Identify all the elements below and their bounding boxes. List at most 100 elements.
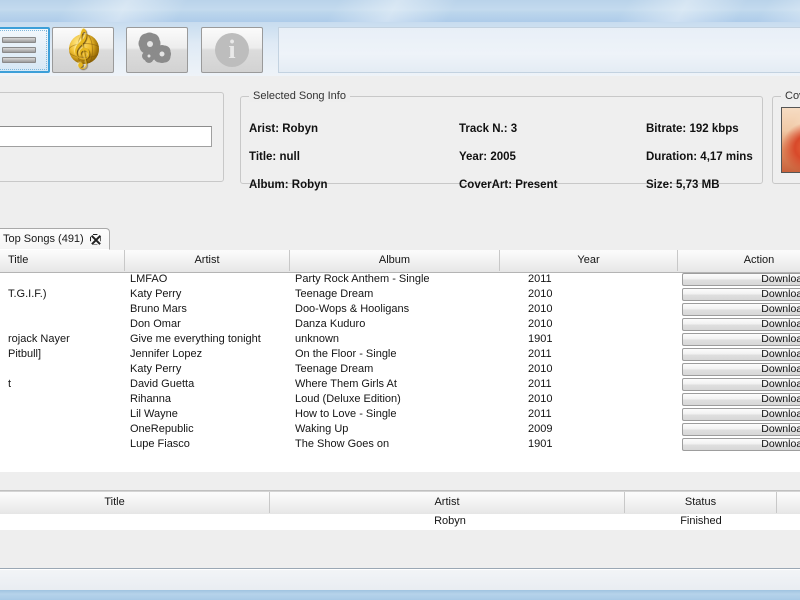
column-header-action[interactable]: Action: [678, 250, 800, 271]
cover-art-image: [781, 107, 800, 173]
gears-icon: [139, 34, 175, 66]
songs-table-body: LMFAOParty Rock Anthem - Single2011Downl…: [0, 272, 800, 472]
download-button[interactable]: Download: [682, 423, 800, 436]
downloads-column-header-progress[interactable]: [777, 492, 800, 513]
cell-year: 2011: [500, 407, 678, 422]
table-row[interactable]: LMFAOParty Rock Anthem - Single2011 Downl…: [0, 272, 800, 287]
cell-title: [0, 317, 125, 332]
downloads-cell-status: Finished: [625, 514, 777, 529]
cell-title: [0, 437, 125, 452]
application-window: 𝄞 i Search Clear Selected Song Info Aris…: [0, 0, 800, 600]
window-title-bar: [0, 0, 800, 23]
download-button[interactable]: Download: [682, 363, 800, 376]
song-info-column-2: Track N.: 3 Year: 2005 CoverArt: Present: [459, 115, 557, 199]
globe-music-icon: 𝄞: [65, 32, 101, 68]
download-button[interactable]: Download: [682, 408, 800, 421]
download-button[interactable]: Download: [682, 378, 800, 391]
table-row[interactable]: Lil WayneHow to Love - Single2011Downloa…: [0, 407, 800, 422]
cell-year: 2011: [500, 347, 678, 362]
info-icon: i: [215, 33, 249, 67]
download-button[interactable]: Download: [682, 303, 800, 316]
download-button[interactable]: Download: [682, 273, 800, 286]
cell-year: 2010: [500, 392, 678, 407]
downloads-empty-area: [0, 530, 800, 569]
window-bottom-strip: [0, 590, 800, 600]
downloads-column-header-artist[interactable]: Artist: [270, 492, 625, 513]
table-row[interactable]: Lupe FiascoThe Show Goes on1901Download: [0, 437, 800, 452]
main-toolbar: 𝄞 i: [0, 22, 800, 77]
download-button[interactable]: Download: [682, 348, 800, 361]
songs-table-header: Title Artist Album Year Action: [0, 250, 800, 273]
download-button[interactable]: Download: [682, 438, 800, 451]
downloads-cell-artist: Robyn: [270, 514, 625, 529]
table-row[interactable]: T.G.I.F.)Katy PerryTeenage Dream2010Down…: [0, 287, 800, 302]
toolbar-button-about[interactable]: i: [201, 27, 263, 73]
cell-title: [0, 422, 125, 437]
song-info-duration: Duration: 4,17 mins: [646, 143, 753, 171]
toolbar-button-music-globe[interactable]: 𝄞: [52, 27, 114, 73]
table-row[interactable]: tDavid GuettaWhere Them Girls At2011Down…: [0, 377, 800, 392]
cell-album: Party Rock Anthem - Single: [290, 272, 500, 287]
downloads-table-body: RobynFinished100: [0, 514, 800, 530]
table-row[interactable]: rojack NayerGive me everything tonightun…: [0, 332, 800, 347]
song-info-column-3: Bitrate: 192 kbps Duration: 4,17 mins Si…: [646, 115, 753, 199]
toolbar-button-settings[interactable]: [126, 27, 188, 73]
table-row[interactable]: Katy PerryTeenage Dream2010Download: [0, 362, 800, 377]
list-lines-icon: [2, 37, 36, 63]
table-row[interactable]: Pitbull]Jennifer LopezOn the Floor - Sin…: [0, 347, 800, 362]
column-header-year[interactable]: Year: [500, 250, 678, 271]
cell-title: t: [0, 377, 125, 392]
downloads-column-header-status[interactable]: Status: [625, 492, 777, 513]
tab-top-songs[interactable]: Top Songs (491): [0, 228, 110, 250]
downloads-table-row[interactable]: RobynFinished100: [0, 514, 800, 529]
cell-year: 2010: [500, 317, 678, 332]
downloads-table-header: Title Artist Status: [0, 491, 800, 515]
download-button[interactable]: Download: [682, 288, 800, 301]
cell-title: Pitbull]: [0, 347, 125, 362]
cell-year: 2010: [500, 362, 678, 377]
table-row[interactable]: Don OmarDanza Kuduro2010Download: [0, 317, 800, 332]
table-row[interactable]: RihannaLoud (Deluxe Edition)2010Download: [0, 392, 800, 407]
cover-art-title: CoverArt: [781, 90, 800, 102]
cell-year: 2011: [500, 377, 678, 392]
title-bar-streak: [594, 0, 766, 23]
table-row[interactable]: Bruno MarsDoo-Wops & Hooligans2010Downlo…: [0, 302, 800, 317]
search-input[interactable]: [0, 126, 212, 147]
table-row[interactable]: OneRepublicWaking Up2009Download: [0, 422, 800, 437]
cell-artist: Give me everything tonight: [125, 332, 290, 347]
cell-album: How to Love - Single: [290, 407, 500, 422]
cell-album: Doo-Wops & Hooligans: [290, 302, 500, 317]
download-button[interactable]: Download: [682, 393, 800, 406]
download-button[interactable]: Download: [682, 333, 800, 346]
cell-title: rojack Nayer: [0, 332, 125, 347]
toolbar-button-list-view[interactable]: [0, 27, 50, 73]
cell-artist: LMFAO: [125, 272, 290, 287]
song-info-coverart: CoverArt: Present: [459, 171, 557, 199]
close-icon[interactable]: [90, 234, 101, 245]
column-header-title[interactable]: Title: [0, 250, 125, 271]
song-info-size: Size: 5,73 MB: [646, 171, 753, 199]
column-header-album[interactable]: Album: [290, 250, 500, 271]
downloads-column-header-title[interactable]: Title: [0, 492, 270, 513]
cell-artist: OneRepublic: [125, 422, 290, 437]
title-bar-streak: [304, 0, 476, 23]
song-info-column-1: Arist: Robyn Title: null Album: Robyn: [249, 115, 328, 199]
downloads-panel-spacer: [0, 472, 800, 491]
cell-artist: Lupe Fiasco: [125, 437, 290, 452]
status-bar: [0, 569, 800, 591]
cell-artist: David Guetta: [125, 377, 290, 392]
cell-title: [0, 392, 125, 407]
download-button[interactable]: Download: [682, 318, 800, 331]
song-info-title: Title: null: [249, 143, 328, 171]
cell-album: The Show Goes on: [290, 437, 500, 452]
song-info-album: Album: Robyn: [249, 171, 328, 199]
column-header-artist[interactable]: Artist: [125, 250, 290, 271]
song-info-year: Year: 2005: [459, 143, 557, 171]
cell-year: 2010: [500, 287, 678, 302]
cell-artist: Katy Perry: [125, 362, 290, 377]
toolbar-filler: [278, 27, 800, 73]
cell-year: 2011: [500, 272, 678, 287]
cell-artist: Jennifer Lopez: [125, 347, 290, 362]
cell-album: On the Floor - Single: [290, 347, 500, 362]
song-info-track-number: Track N.: 3: [459, 115, 557, 143]
